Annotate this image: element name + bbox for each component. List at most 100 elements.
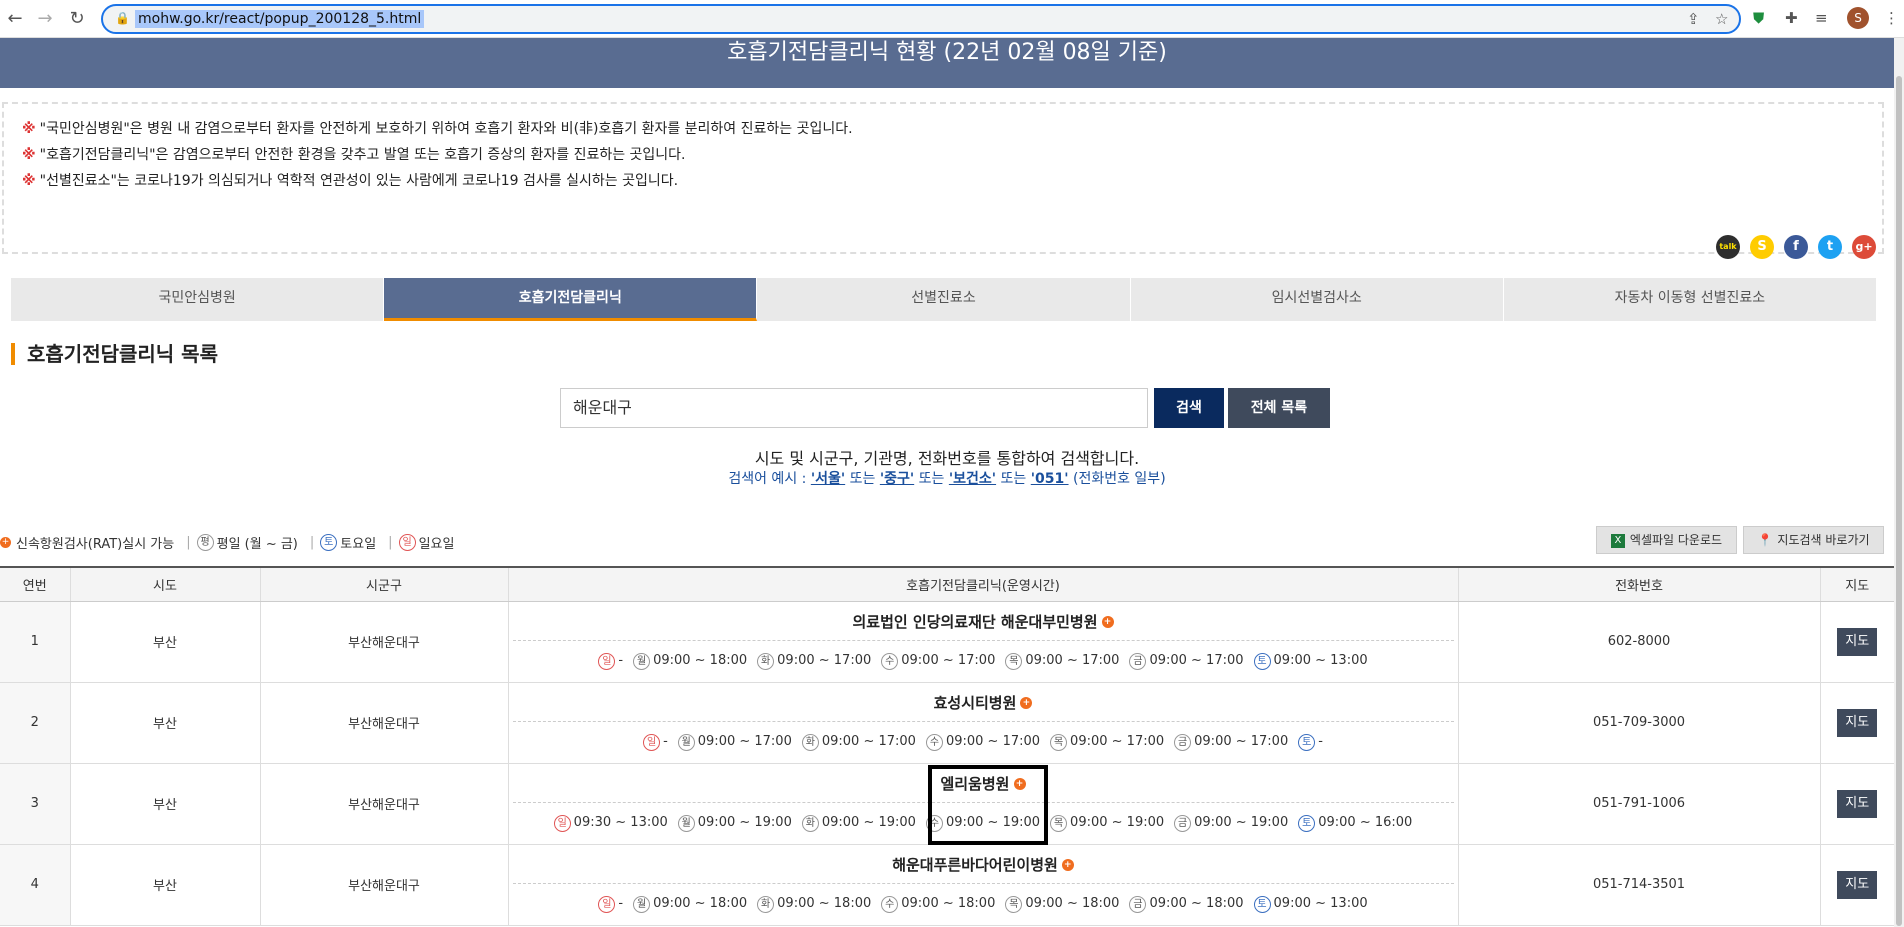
hours-item: 금 09:00 ~ 17:00 [1129,641,1244,681]
map-search-button[interactable]: 📍 지도검색 바로가기 [1743,526,1884,554]
search-input[interactable]: 해운대구 [560,388,1148,428]
table-row: 3 부산 부산해운대구 엘리움병원 + 일 09:30 ~ 13:00 월 09:00 ~ 19… [0,763,1894,845]
cell-clinic: 효성시티병원 + 일 - 월 09:00 ~ 17:00 화 09:00 ~ 17:00 수 09… [508,682,1459,764]
forward-icon[interactable]: → [34,8,56,30]
cell-no: 2 [0,682,71,764]
hours-time: 09:00 ~ 13:00 [1273,896,1368,911]
cell-map: 지도 [1820,763,1894,845]
notice-mark-icon: ※ [22,121,36,137]
menu-icon[interactable]: ⋮ [1884,9,1899,27]
address-bar[interactable]: 🔒 mohw.go.kr/react/popup_200128_5.html ⇪… [101,4,1741,34]
map-button[interactable]: 지도 [1837,870,1878,899]
cell-sido: 부산 [70,763,261,845]
example-link-051[interactable]: '051' [1031,471,1069,487]
day-icon: 금 [1129,895,1147,913]
excel-download-button[interactable]: X 엑셀파일 다운로드 [1596,526,1737,554]
legend-saturday: 토 토요일 [320,533,376,552]
hours-item: 목 09:00 ~ 17:00 [1005,641,1119,681]
section-title: 호흡기전담클리닉 목록 [11,343,218,365]
hours-time: 09:00 ~ 19:00 [1194,815,1289,830]
show-all-button[interactable]: 전체 목록 [1228,388,1330,428]
day-icon: 수 [925,814,943,832]
hours-item: 목 09:00 ~ 17:00 [1050,722,1164,762]
tab-respiratory-clinic[interactable]: 호흡기전담클리닉 [384,278,758,321]
example-link-junggu[interactable]: '중구' [880,471,914,487]
hours-item: 월 09:00 ~ 18:00 [633,884,747,924]
day-icon: 수 [881,895,899,913]
cell-sido: 부산 [70,844,261,926]
share-icon[interactable]: ⇪ [1687,10,1700,28]
table-header-row: 연번 시도 시군구 호흡기전담클리닉(운영시간) 전화번호 지도 [0,566,1894,602]
rat-icon: + [0,536,11,548]
cell-map: 지도 [1820,601,1894,683]
cell-phone: 602-8000 [1458,601,1821,683]
lock-icon[interactable]: 🔒 [115,11,130,25]
table-row: 2 부산 부산해운대구 효성시티병원 + 일 - 월 09:00 ~ 17:00 화 09:00 ~… [0,682,1894,764]
day-icon: 화 [757,652,775,670]
hours-time: 09:30 ~ 13:00 [573,815,668,830]
notice-line: ※ "선별진료소"는 코로나19가 의심되거나 역학적 연관성이 있는 사람에게 … [22,173,679,189]
day-icon: 월 [633,652,651,670]
map-button[interactable]: 지도 [1837,789,1878,818]
star-icon[interactable]: ☆ [1715,10,1728,28]
rat-icon: + [1101,616,1114,628]
back-icon[interactable]: ← [4,8,26,30]
rat-icon: + [1020,697,1033,709]
kakaostory-share-icon[interactable]: S [1750,235,1774,259]
hours-item: 화 09:00 ~ 17:00 [757,641,871,681]
puzzle-icon[interactable]: ✚ [1785,9,1798,27]
table-row: 4 부산 부산해운대구 해운대푸른바다어린이병원 + 일 - 월 09:00 ~ 18:00 화 0… [0,844,1894,926]
clinic-table: 연번 시도 시군구 호흡기전담클리닉(운영시간) 전화번호 지도 1 부산 부산해운… [0,566,1894,926]
search-button[interactable]: 검색 [1154,388,1224,428]
map-button[interactable]: 지도 [1837,708,1878,737]
day-icon: 화 [801,814,819,832]
hours-item: 월 09:00 ~ 19:00 [677,803,792,843]
media-icon[interactable]: ≡ [1815,9,1828,27]
kakaotalk-share-icon[interactable]: talk [1716,235,1740,259]
hours-time: 09:00 ~ 18:00 [1025,896,1120,911]
day-icon: 금 [1129,652,1147,670]
scrollbar[interactable] [1894,38,1904,927]
example-link-health-center[interactable]: '보건소' [949,471,996,487]
cell-phone: 051-709-3000 [1458,682,1821,764]
hours-item: 토 09:00 ~ 13:00 [1253,884,1368,924]
cell-sido: 부산 [70,601,261,683]
shield-extension-icon[interactable]: ⛊ [1753,9,1764,27]
day-icon: 토 [1253,652,1271,670]
hours-time: 09:00 ~ 17:00 [1149,653,1244,668]
hours-time: 09:00 ~ 13:00 [1273,653,1368,668]
header-sigungu: 시군구 [260,566,509,602]
hours-time: 09:00 ~ 17:00 [1025,653,1120,668]
facebook-share-icon[interactable]: f [1784,235,1808,259]
cell-phone: 051-791-1006 [1458,763,1821,845]
scrollbar-thumb[interactable] [1896,76,1902,926]
clinic-name: 엘리움병원 + [512,765,1454,803]
hours-time: - [1318,734,1323,749]
googleplus-share-icon[interactable]: g+ [1852,235,1876,259]
legend-weekday: 평 평일 (월 ~ 금) [196,533,298,552]
avatar[interactable]: S [1847,7,1869,29]
rat-icon: + [1013,778,1026,790]
hours-time: 09:00 ~ 17:00 [1070,734,1165,749]
header-clinic: 호흡기전담클리닉(운영시간) [508,566,1459,602]
cell-sigungu: 부산해운대구 [260,682,509,764]
day-icon: 목 [1050,733,1068,751]
cell-clinic: 엘리움병원 + 일 09:30 ~ 13:00 월 09:00 ~ 19:00 화 09:00… [508,763,1459,845]
reload-icon[interactable]: ↻ [66,8,88,30]
operating-hours: 일 - 월 09:00 ~ 18:00 화 09:00 ~ 18:00 수 09:00 ~ 1… [509,884,1458,924]
map-button[interactable]: 지도 [1837,627,1878,656]
page-content: 호흡기전담클리닉 현황 (22년 02월 08일 기준) ※ "국민안심병원"은 … [0,38,1894,927]
tab-screening-clinic[interactable]: 선별진료소 [757,278,1131,321]
twitter-share-icon[interactable]: t [1818,235,1842,259]
tab-drive-through-screening[interactable]: 자동차 이동형 선별진료소 [1503,278,1878,321]
saturday-icon: 토 [320,533,338,551]
tab-safe-hospital[interactable]: 국민안심병원 [11,278,385,321]
example-link-seoul[interactable]: '서울' [811,471,845,487]
weekday-icon: 평 [196,533,214,551]
day-icon: 수 [925,733,943,751]
header-no: 연번 [0,566,71,602]
url-text[interactable]: mohw.go.kr/react/popup_200128_5.html [135,10,425,28]
hours-item: 화 09:00 ~ 18:00 [757,884,871,924]
table-row: 1 부산 부산해운대구 의료법인 인당의료재단 해운대부민병원 + 일 - 월 09:00 ~ … [0,601,1894,683]
tab-temporary-screening[interactable]: 임시선별검사소 [1130,278,1504,321]
